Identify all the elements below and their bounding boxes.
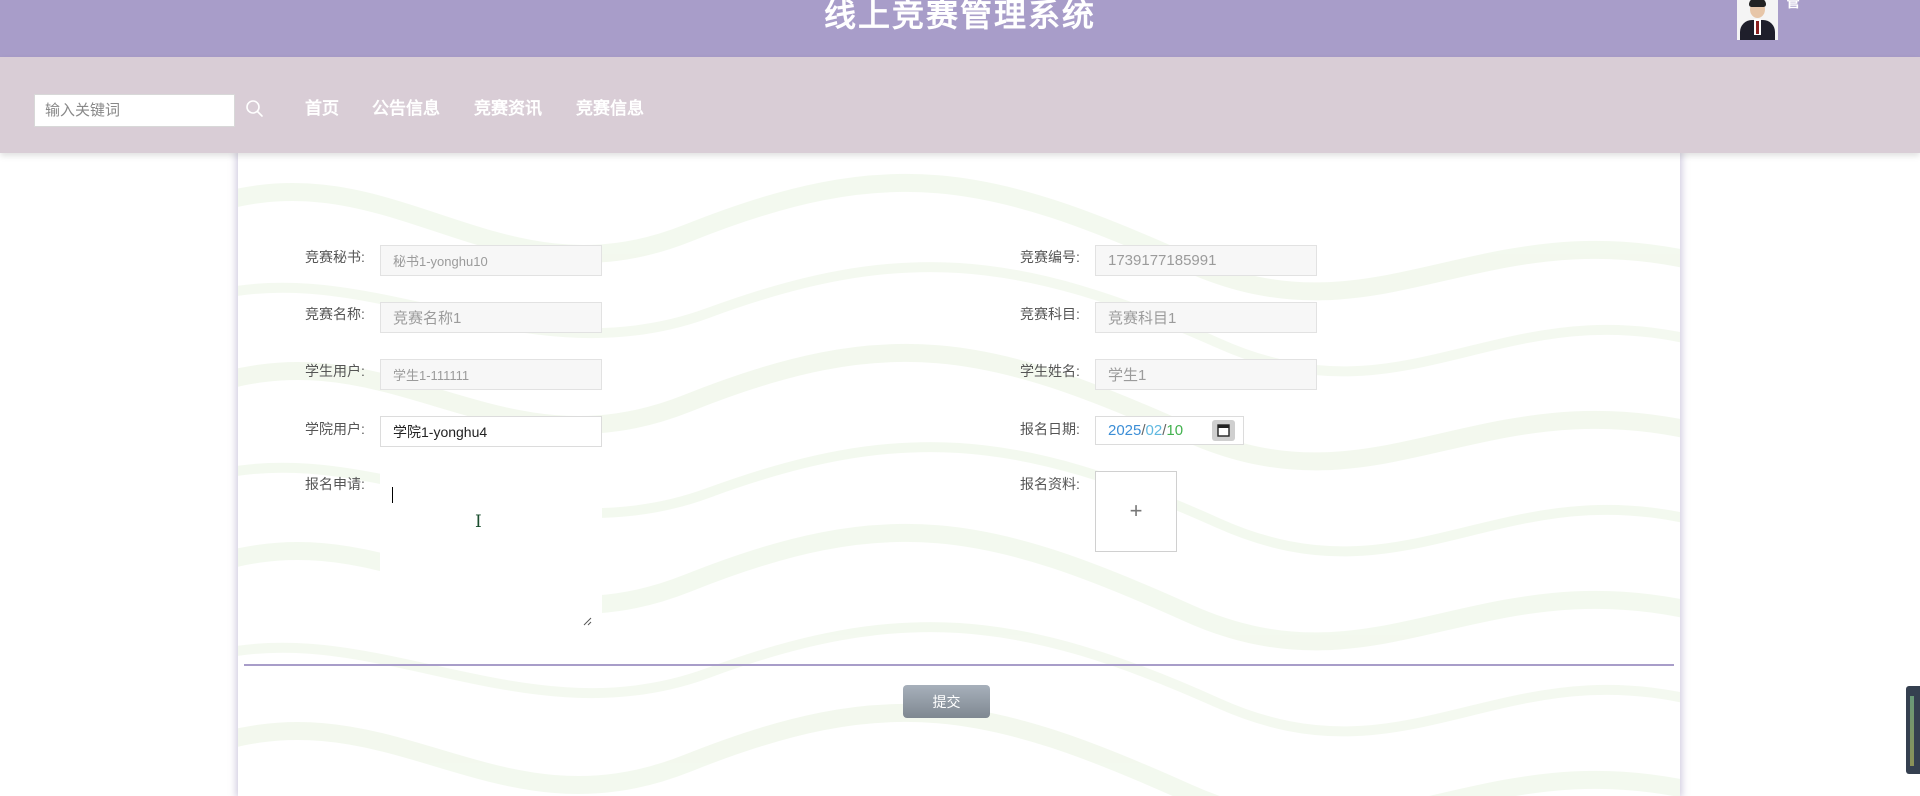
form-divider	[244, 664, 1674, 666]
secretary-field	[380, 245, 602, 276]
side-floating-widget[interactable]	[1906, 686, 1920, 774]
student-name-label: 学生姓名:	[1020, 363, 1080, 379]
date-month[interactable]: 02	[1146, 422, 1163, 439]
subject-label: 竞赛科目:	[1020, 306, 1080, 322]
nav-item-news[interactable]: 竞赛资讯	[474, 94, 542, 119]
nav-item-home[interactable]: 首页	[305, 94, 339, 119]
competition-name-field	[380, 302, 602, 333]
app-title: 线上竞赛管理系统	[823, 0, 1096, 34]
nav-item-announcements[interactable]: 公告信息	[372, 94, 440, 119]
competition-name-label: 竞赛名称:	[305, 306, 365, 322]
student-user-field	[380, 359, 602, 390]
text-caret	[392, 487, 393, 503]
subject-field	[1095, 302, 1317, 333]
signup-date-field[interactable]: 2025/02/10	[1095, 416, 1244, 445]
search-input[interactable]	[34, 94, 235, 127]
nav-item-competitions[interactable]: 竞赛信息	[576, 94, 644, 119]
materials-label: 报名资料:	[1020, 476, 1080, 492]
form-card: 竞赛秘书: 竞赛名称: 学生用户: 学院用户: 报名申请: I 竞赛编号: 竞赛…	[238, 153, 1680, 796]
header-bar: 线上竞赛管理系统 管	[0, 0, 1920, 57]
side-widget-bar	[1910, 696, 1914, 766]
text-cursor-icon: I	[475, 512, 482, 532]
upload-materials-button[interactable]: +	[1095, 471, 1177, 552]
nav-bar: 首页 公告信息 竞赛资讯 竞赛信息	[0, 57, 1920, 153]
user-avatar[interactable]	[1737, 0, 1778, 40]
application-label: 报名申请:	[305, 476, 365, 492]
competition-no-field	[1095, 245, 1317, 276]
student-name-field	[1095, 359, 1317, 390]
secretary-label: 竞赛秘书:	[305, 249, 365, 265]
resize-grip-icon[interactable]	[583, 617, 592, 626]
user-menu-label[interactable]: 管	[1786, 0, 1800, 12]
avatar-hair	[1749, 0, 1766, 7]
signup-date-label: 报名日期:	[1020, 421, 1080, 437]
avatar-tie	[1756, 21, 1759, 34]
date-year[interactable]: 2025	[1108, 422, 1141, 439]
application-textarea[interactable]: I	[380, 470, 602, 630]
calendar-icon	[1217, 424, 1230, 437]
submit-button[interactable]: 提交	[903, 685, 990, 718]
college-user-field[interactable]	[380, 416, 602, 447]
plus-icon: +	[1129, 498, 1143, 523]
search-icon[interactable]	[244, 98, 266, 120]
student-user-label: 学生用户:	[305, 363, 365, 379]
calendar-button[interactable]	[1212, 420, 1235, 441]
date-day[interactable]: 10	[1166, 422, 1183, 439]
competition-no-label: 竞赛编号:	[1020, 249, 1080, 265]
college-user-label: 学院用户:	[305, 421, 365, 437]
